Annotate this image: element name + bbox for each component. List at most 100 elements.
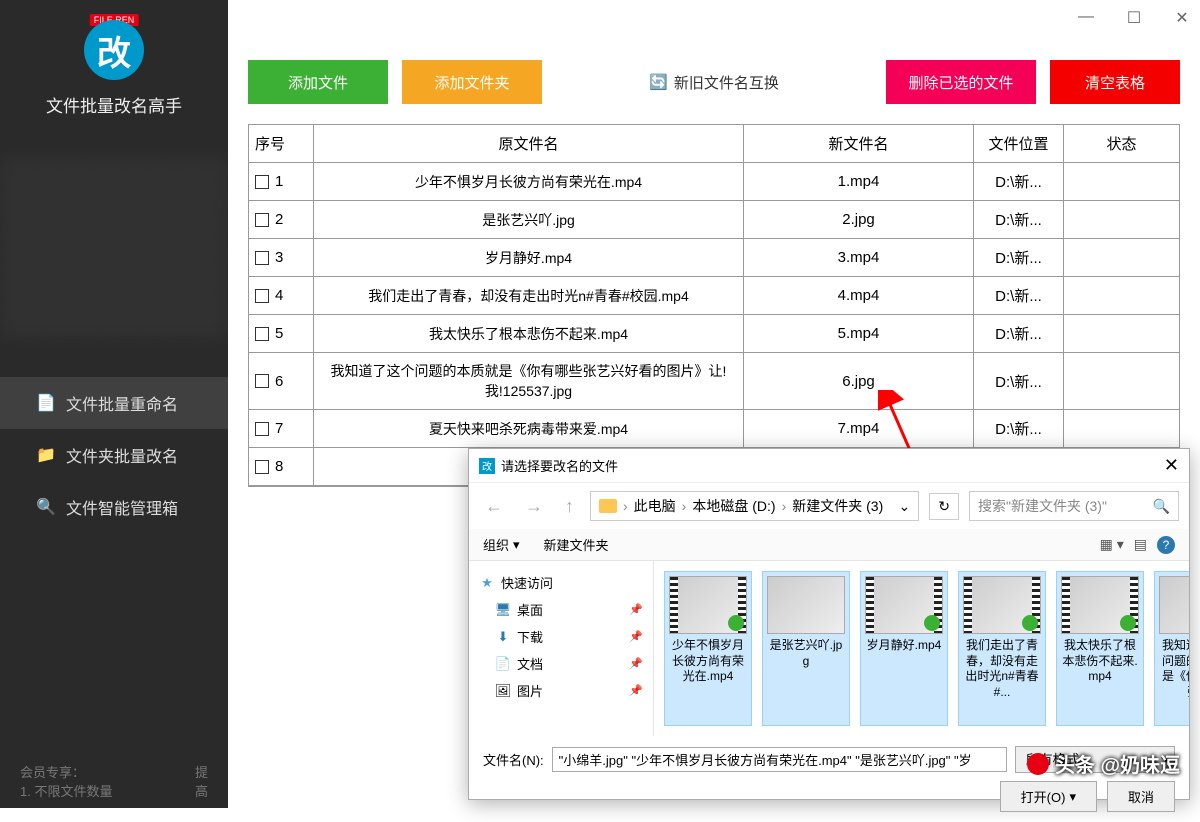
add-file-button[interactable]: 添加文件 — [248, 60, 388, 104]
files-grid: 少年不惧岁月长彼方尚有荣光在.mp4是张艺兴吖.jpg岁月静好.mp4我们走出了… — [654, 561, 1189, 736]
nav-label: 文件批量重命名 — [66, 391, 178, 415]
open-button[interactable]: 打开(O)▾ — [1000, 781, 1097, 812]
quick-access[interactable]: ★快速访问 — [477, 569, 645, 596]
nav-batch-rename[interactable]: 📄 文件批量重命名 — [0, 377, 228, 429]
col-new: 新文件名 — [744, 125, 974, 162]
file-item[interactable]: 我知道了这个问题的本质就是《你有哪些张... — [1154, 571, 1189, 726]
file-item[interactable]: 是张艺兴吖.jpg — [762, 571, 850, 726]
table-row[interactable]: 4 我们走出了青春，却没有走出时光n#青春#校园.mp4 4.mp4 D:\新.… — [249, 277, 1179, 315]
new-folder-button[interactable]: 新建文件夹 — [544, 535, 609, 554]
up-icon[interactable]: ↑ — [559, 496, 580, 517]
nav-label: 文件夹批量改名 — [66, 443, 178, 467]
table-header: 序号 原文件名 新文件名 文件位置 状态 — [249, 125, 1179, 163]
close-icon[interactable]: ✕ — [1172, 8, 1192, 28]
dialog-sidebar: ★快速访问 🖥桌面📌 ⬇下载📌 📄文档📌 🖼图片📌 — [469, 561, 654, 736]
view-mode-icon[interactable]: ▦ ▾ — [1100, 536, 1124, 553]
dialog-toolbar: 组织 ▾ 新建文件夹 ▦ ▾ ▤ ? — [469, 529, 1189, 561]
star-icon: ★ — [479, 575, 495, 591]
document-icon: 📄 — [36, 393, 56, 413]
document-icon: 📄 — [495, 656, 511, 672]
file-item[interactable]: 我太快乐了根本悲伤不起来.mp4 — [1056, 571, 1144, 726]
pin-icon: 📌 — [629, 630, 643, 643]
watermark: 头条 @奶味逗 — [1027, 749, 1180, 778]
nav-label: 文件智能管理箱 — [66, 495, 178, 519]
play-icon — [1120, 615, 1136, 631]
checkbox[interactable] — [255, 460, 269, 474]
checkbox[interactable] — [255, 327, 269, 341]
chevron-down-icon: ▾ — [1069, 789, 1076, 805]
minimize-icon[interactable]: — — [1076, 8, 1096, 28]
documents-item[interactable]: 📄文档📌 — [477, 650, 645, 677]
folder-icon: 📁 — [36, 445, 56, 465]
refresh-icon[interactable]: ↻ — [929, 493, 959, 520]
desktop-item[interactable]: 🖥桌面📌 — [477, 596, 645, 623]
cancel-button[interactable]: 取消 — [1107, 781, 1175, 812]
col-seq: 序号 — [249, 125, 314, 162]
checkbox[interactable] — [255, 422, 269, 436]
play-icon — [924, 615, 940, 631]
app-logo-icon: 改 — [84, 20, 144, 80]
sidebar: FILE REN 改 文件批量改名高手 📄 文件批量重命名 📁 文件夹批量改名 … — [0, 0, 228, 808]
app-title: 文件批量改名高手 — [0, 92, 228, 117]
table-row[interactable]: 6 我知道了这个问题的本质就是《你有哪些张艺兴好看的图片》让!我!125537.… — [249, 353, 1179, 410]
search-input[interactable]: 搜索"新建文件夹 (3)" 🔍 — [969, 491, 1179, 521]
breadcrumb[interactable]: › 此电脑› 本地磁盘 (D:)› 新建文件夹 (3) ⌄ — [590, 491, 919, 521]
nav-smart-manager[interactable]: 🔍 文件智能管理箱 — [0, 481, 228, 533]
pictures-item[interactable]: 🖼图片📌 — [477, 677, 645, 704]
checkbox[interactable] — [255, 213, 269, 227]
file-table: 序号 原文件名 新文件名 文件位置 状态 1 少年不惧岁月长彼方尚有荣光在.mp… — [248, 124, 1180, 487]
file-item[interactable]: 我们走出了青春，却没有走出时光n#青春#... — [958, 571, 1046, 726]
table-row[interactable]: 1 少年不惧岁月长彼方尚有荣光在.mp4 1.mp4 D:\新... — [249, 163, 1179, 201]
download-icon: ⬇ — [495, 629, 511, 645]
chevron-down-icon[interactable]: ⌄ — [899, 498, 911, 515]
pin-icon: 📌 — [629, 684, 643, 697]
checkbox[interactable] — [255, 251, 269, 265]
search-folder-icon: 🔍 — [36, 497, 56, 517]
table-row[interactable]: 3 岁月静好.mp4 3.mp4 D:\新... — [249, 239, 1179, 277]
clear-table-button[interactable]: 清空表格 — [1050, 60, 1180, 104]
play-icon — [728, 615, 744, 631]
swap-names-button[interactable]: 🔄 新旧文件名互换 — [629, 60, 799, 104]
checkbox[interactable] — [255, 374, 269, 388]
dialog-close-icon[interactable]: ✕ — [1164, 455, 1179, 476]
col-loc: 文件位置 — [974, 125, 1064, 162]
table-row[interactable]: 2 是张艺兴吖.jpg 2.jpg D:\新... — [249, 201, 1179, 239]
file-item[interactable]: 少年不惧岁月长彼方尚有荣光在.mp4 — [664, 571, 752, 726]
nav-list: 📄 文件批量重命名 📁 文件夹批量改名 🔍 文件智能管理箱 — [0, 377, 228, 533]
desktop-icon: 🖥 — [495, 602, 511, 618]
preview-pane-icon[interactable]: ▤ — [1134, 536, 1147, 553]
back-icon[interactable]: ← — [479, 496, 509, 517]
table-row[interactable]: 5 我太快乐了根本悲伤不起来.mp4 5.mp4 D:\新... — [249, 315, 1179, 353]
dialog-nav: ← → ↑ › 此电脑› 本地磁盘 (D:)› 新建文件夹 (3) ⌄ ↻ 搜索… — [469, 483, 1189, 529]
folder-icon — [599, 499, 617, 513]
maximize-icon[interactable]: ☐ — [1124, 8, 1144, 28]
col-orig: 原文件名 — [314, 125, 744, 162]
dialog-app-icon: 改 — [479, 458, 495, 474]
sidebar-bottom-text: 会员专享： 1. 不限文件数量 提 高 — [20, 762, 208, 800]
pin-icon: 📌 — [629, 657, 643, 670]
pin-icon: 📌 — [629, 603, 643, 616]
filename-input[interactable] — [552, 747, 1007, 772]
filename-label: 文件名(N): — [483, 750, 544, 769]
file-item[interactable]: 岁月静好.mp4 — [860, 571, 948, 726]
logo-area: FILE REN 改 文件批量改名高手 — [0, 0, 228, 127]
delete-selected-button[interactable]: 删除已选的文件 — [886, 60, 1036, 104]
col-status: 状态 — [1064, 125, 1179, 162]
main-area: — ☐ ✕ 添加文件 添加文件夹 🔄 新旧文件名互换 删除已选的文件 清空表格 … — [228, 0, 1200, 808]
help-icon[interactable]: ? — [1157, 536, 1175, 554]
table-row[interactable]: 7 夏天快来吧杀死病毒带来爱.mp4 7.mp4 D:\新... — [249, 410, 1179, 448]
window-controls: — ☐ ✕ — [1076, 8, 1192, 28]
picture-icon: 🖼 — [495, 683, 511, 699]
dialog-titlebar: 改 请选择要改名的文件 ✕ — [469, 449, 1189, 483]
forward-icon[interactable]: → — [519, 496, 549, 517]
checkbox[interactable] — [255, 175, 269, 189]
add-folder-button[interactable]: 添加文件夹 — [402, 60, 542, 104]
toolbar: 添加文件 添加文件夹 🔄 新旧文件名互换 删除已选的文件 清空表格 — [228, 0, 1200, 124]
file-open-dialog: 改 请选择要改名的文件 ✕ ← → ↑ › 此电脑› 本地磁盘 (D:)› 新建… — [468, 448, 1190, 800]
watermark-icon — [1027, 753, 1049, 775]
checkbox[interactable] — [255, 289, 269, 303]
downloads-item[interactable]: ⬇下载📌 — [477, 623, 645, 650]
nav-folder-rename[interactable]: 📁 文件夹批量改名 — [0, 429, 228, 481]
organize-menu[interactable]: 组织 — [483, 535, 509, 554]
blurred-user-area — [0, 157, 228, 337]
